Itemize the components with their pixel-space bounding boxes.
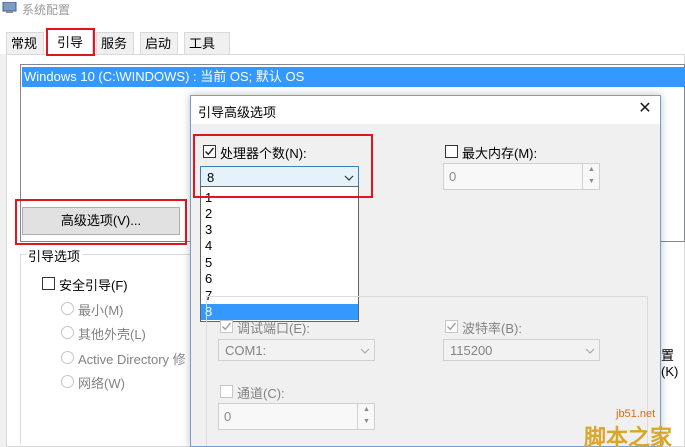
processor-option[interactable]: 5 [201, 255, 358, 271]
checkmark-icon [447, 322, 457, 331]
max-memory-checkbox[interactable] [445, 145, 458, 158]
debug-port-label: 调试端口(E): [237, 321, 310, 336]
alternate-shell-radio[interactable] [61, 326, 74, 339]
watermark-logo: 脚本之家 [584, 425, 673, 447]
watermark-site: jb51.net [616, 408, 656, 420]
max-memory-label: 最大内存(M): [462, 146, 538, 161]
channel-label: 通道(C): [237, 386, 285, 401]
max-memory-spinner: ▲ ▼ [582, 164, 600, 189]
channel-value: 0 [224, 409, 232, 424]
max-memory-value: 0 [449, 169, 457, 184]
spin-up-icon[interactable]: ▲ [583, 164, 600, 176]
alternate-shell-label: 其他外壳(L) [78, 327, 146, 342]
channel-checkbox[interactable] [220, 385, 233, 398]
active-directory-radio[interactable] [61, 351, 74, 364]
spin-up-icon[interactable]: ▲ [358, 404, 375, 416]
dialog-title: 引导高级选项 [198, 105, 277, 120]
processor-option[interactable]: 4 [201, 238, 358, 254]
partial-label-right: 置(K) [661, 348, 679, 379]
os-list-item[interactable]: Windows 10 (C:\WINDOWS) : 当前 OS; 默认 OS [22, 67, 685, 87]
chevron-down-icon [585, 348, 595, 354]
baud-rate-label: 波特率(B): [462, 321, 522, 336]
spin-down-icon[interactable]: ▼ [358, 416, 375, 428]
tab-startup[interactable]: 启动 [140, 32, 178, 54]
close-icon[interactable]: ✕ [633, 98, 657, 120]
debug-port-combo[interactable]: COM1: [218, 339, 375, 361]
highlight-boot-tab [46, 28, 95, 56]
network-label: 网络(W) [78, 376, 125, 391]
debug-port-value: COM1: [225, 343, 267, 358]
tab-services[interactable]: 服务 [96, 32, 134, 54]
highlight-processor-count [193, 134, 373, 198]
channel-input[interactable]: 0 ▲ ▼ [218, 403, 375, 430]
network-radio[interactable] [61, 375, 74, 388]
channel-spinner: ▲ ▼ [357, 404, 375, 429]
tab-tools[interactable]: 工具 [184, 32, 230, 54]
processor-option[interactable]: 3 [201, 222, 358, 238]
highlight-advanced-button [15, 199, 187, 245]
window-titlebar [0, 0, 685, 24]
spin-down-icon[interactable]: ▼ [583, 176, 600, 188]
baud-rate-checkbox[interactable] [445, 320, 458, 333]
baud-rate-value: 115200 [450, 343, 493, 358]
minimal-label: 最小(M) [78, 303, 124, 318]
processor-option[interactable]: 2 [201, 206, 358, 222]
safe-boot-checkbox[interactable] [42, 277, 55, 290]
boot-options-title: 引导选项 [26, 246, 83, 265]
tab-general[interactable]: 常规 [6, 32, 44, 54]
debug-port-checkbox[interactable] [220, 320, 233, 333]
minimal-radio[interactable] [61, 302, 74, 315]
checkmark-icon [222, 322, 232, 331]
safe-boot-label: 安全引导(F) [59, 278, 128, 293]
chevron-down-icon [360, 348, 370, 354]
processor-option[interactable]: 6 [201, 271, 358, 287]
baud-rate-combo[interactable]: 115200 [443, 339, 600, 361]
max-memory-input[interactable]: 0 ▲ ▼ [443, 163, 600, 190]
window-title: 系统配置 [22, 3, 71, 17]
system-config-icon [2, 1, 18, 14]
active-directory-label: Active Directory 修 [78, 352, 186, 367]
